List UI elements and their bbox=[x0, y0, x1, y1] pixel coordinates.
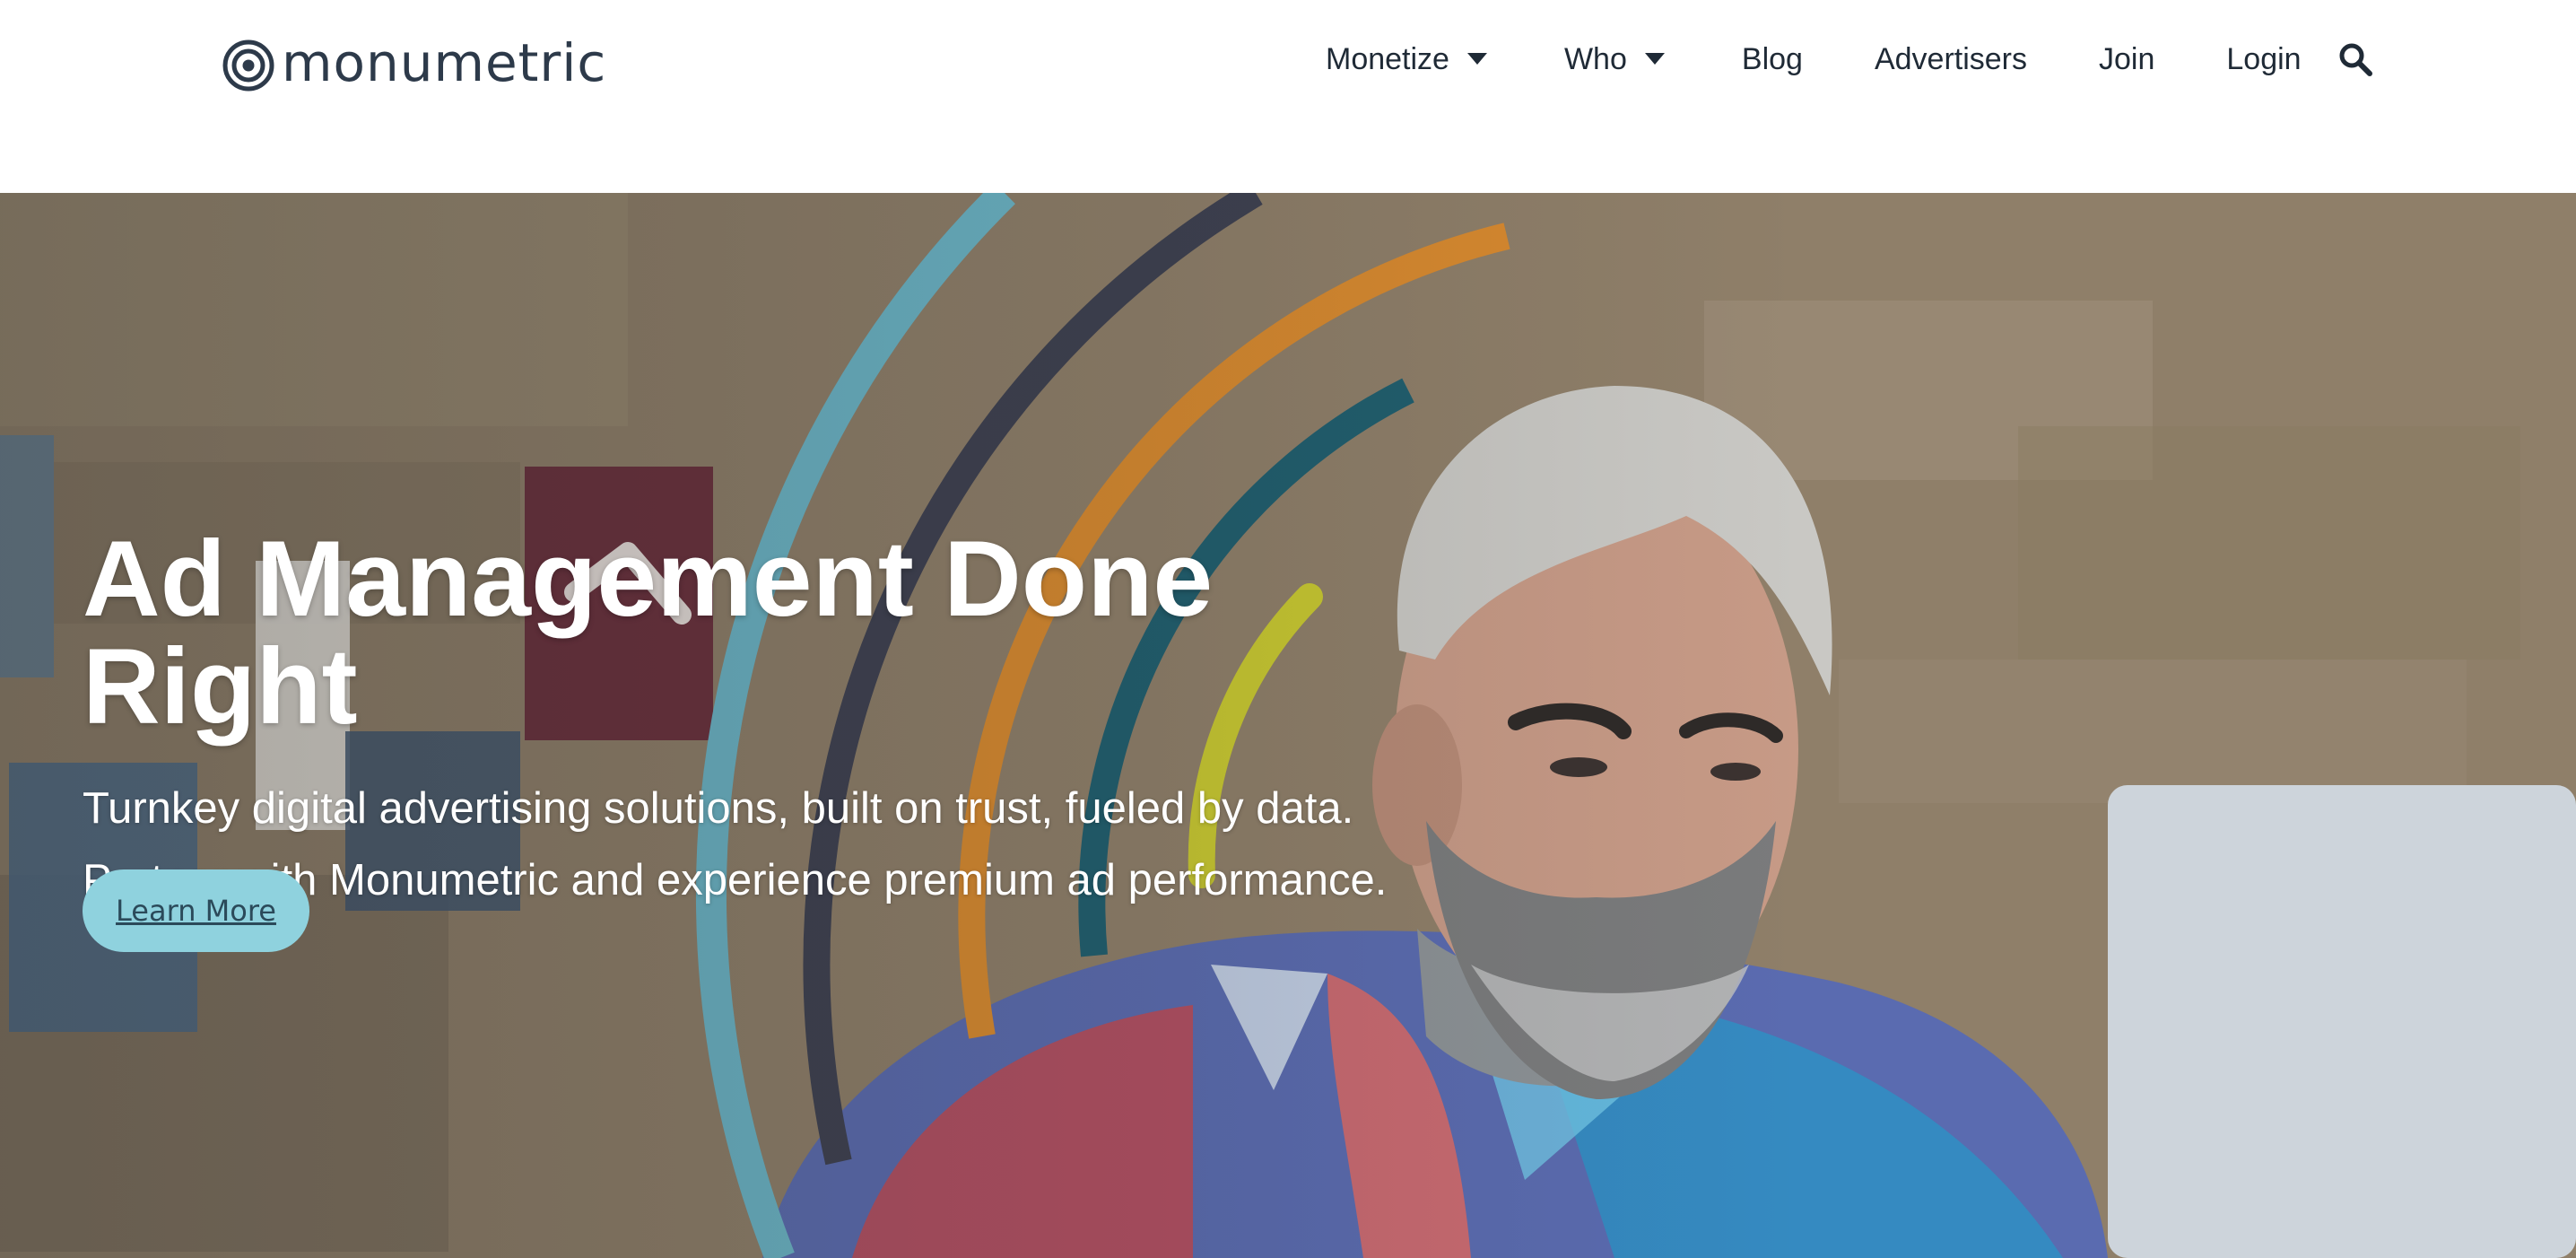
site-header: monumetric Monetize Who Blog Advertisers… bbox=[0, 0, 2576, 193]
nav-item-label: Join bbox=[2099, 41, 2155, 76]
main-nav: Monetize Who Blog Advertisers Join Login bbox=[1326, 36, 2373, 83]
search-icon[interactable] bbox=[2337, 41, 2373, 77]
caret-down-icon bbox=[1466, 53, 1487, 65]
nav-item-label: Advertisers bbox=[1874, 41, 2028, 76]
logo[interactable]: monumetric bbox=[222, 36, 606, 95]
hero-section: Ad Management Done Right Turnkey digital… bbox=[0, 193, 2576, 1258]
nav-item-label: Blog bbox=[1741, 41, 1803, 76]
learn-more-button[interactable]: Learn More bbox=[83, 869, 309, 952]
nav-item-label: Who bbox=[1563, 41, 1627, 76]
logo-mark-icon bbox=[222, 39, 274, 92]
logo-text: monumetric bbox=[282, 32, 607, 93]
nav-item-advertisers[interactable]: Advertisers bbox=[1875, 42, 2027, 77]
caret-down-icon bbox=[1644, 53, 1665, 65]
hero-content: Ad Management Done Right Turnkey digital… bbox=[83, 525, 1482, 916]
nav-item-monetize[interactable]: Monetize bbox=[1326, 42, 1487, 77]
nav-item-login[interactable]: Login bbox=[2226, 42, 2301, 77]
nav-item-blog[interactable]: Blog bbox=[1742, 42, 1803, 77]
nav-item-label: Monetize bbox=[1326, 41, 1449, 76]
nav-item-label: Login bbox=[2226, 41, 2302, 76]
nav-item-who[interactable]: Who bbox=[1564, 42, 1665, 77]
nav-item-join[interactable]: Join bbox=[2099, 42, 2154, 77]
hero-title: Ad Management Done Right bbox=[83, 519, 1214, 747]
